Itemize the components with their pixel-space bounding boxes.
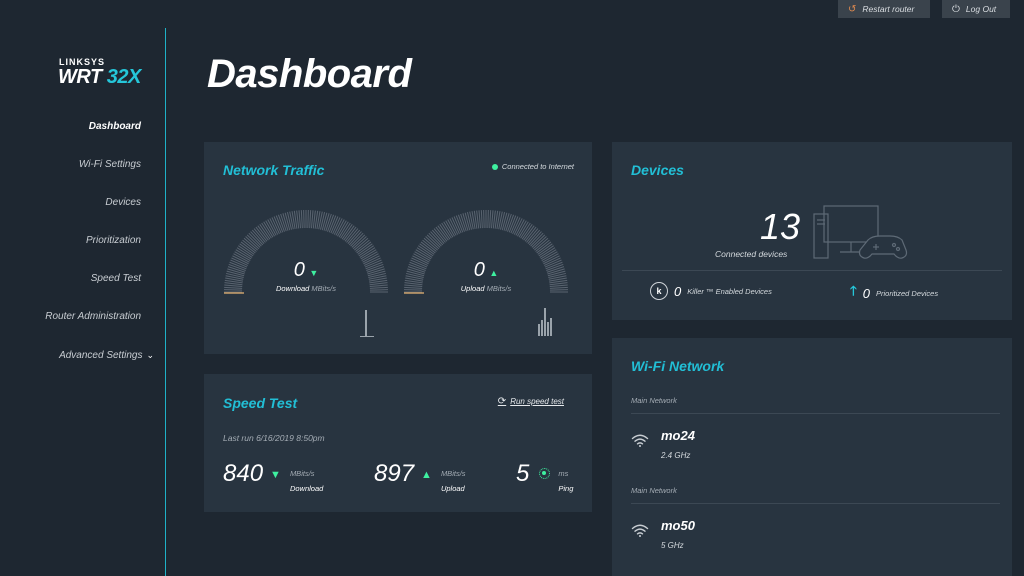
prioritized-devices-count: 0 bbox=[862, 285, 870, 301]
download-gauge-label: Download MBits/s bbox=[222, 284, 390, 293]
devices-card: Devices 13 Connected devices k 0 Killer … bbox=[612, 142, 1012, 320]
connection-status: Connected to Internet bbox=[491, 162, 574, 171]
wifi-network-card: Wi-Fi Network Main Network mo24 2.4 GHz … bbox=[612, 338, 1012, 576]
prioritized-devices-stat[interactable]: 🡑 0 Prioritized Devices bbox=[850, 282, 938, 304]
status-dot-icon bbox=[491, 163, 498, 170]
connected-devices-label: Connected devices bbox=[715, 249, 788, 259]
upload-value: 0 bbox=[473, 259, 485, 281]
wifi-icon bbox=[631, 524, 649, 537]
download-unit: MBits/s bbox=[311, 284, 337, 293]
upload-gauge-value: 0 ▲ bbox=[402, 259, 570, 282]
upload-unit: MBits/s bbox=[486, 284, 512, 293]
restart-router-button[interactable]: ↺ Restart router bbox=[838, 0, 930, 18]
priority-arrow-icon: 🡑 bbox=[850, 283, 857, 298]
sidebar-item-speed-test[interactable]: Speed Test bbox=[6, 272, 166, 310]
wifi-network-item[interactable]: Main Network mo50 5 GHz bbox=[631, 486, 1000, 550]
speed-upload-unit: MBits/s bbox=[440, 469, 466, 478]
connection-status-text: Connected to Internet bbox=[501, 162, 574, 171]
sidebar-item-label: Speed Test bbox=[90, 273, 141, 284]
speed-ping-unit: ms bbox=[558, 469, 569, 478]
arrow-down-icon: ▼ bbox=[270, 469, 281, 481]
logo-model: WRT 32X bbox=[58, 66, 141, 89]
restart-icon: ↺ bbox=[848, 3, 857, 15]
devices-title: Devices bbox=[631, 162, 684, 178]
sidebar-item-dashboard[interactable]: Dashboard bbox=[6, 120, 166, 158]
last-run-text: Last run 6/16/2019 8:50pm bbox=[223, 433, 325, 443]
speed-upload-value: 897 bbox=[374, 460, 415, 487]
connected-devices-count[interactable]: 13 bbox=[752, 206, 808, 248]
speed-ping-value: 5 bbox=[516, 460, 530, 487]
sidebar-item-label: Router Administration bbox=[45, 311, 141, 322]
sidebar-item-router-administration[interactable]: Router Administration bbox=[6, 310, 166, 348]
network-traffic-card: Network Traffic Connected to Internet 0 … bbox=[204, 142, 592, 354]
download-gauge-value: 0 ▼ bbox=[222, 259, 390, 282]
upload-label: Upload bbox=[460, 284, 485, 293]
speed-ping-label: Ping bbox=[558, 484, 574, 493]
speed-download-metric: 840 ▼ MBits/s Download bbox=[223, 460, 324, 494]
wifi-network-title: Wi-Fi Network bbox=[631, 358, 725, 374]
prioritized-devices-label: Prioritized Devices bbox=[876, 288, 939, 298]
killer-devices-label: Killer ™ Enabled Devices bbox=[687, 286, 772, 296]
logout-button[interactable]: ⏻ Log Out bbox=[942, 0, 1010, 18]
sidebar-item-label: Wi-Fi Settings bbox=[78, 159, 141, 170]
speed-download-label: Download bbox=[289, 484, 324, 493]
wifi-icon bbox=[631, 434, 649, 447]
download-value: 0 bbox=[293, 259, 305, 281]
network-name: mo24 bbox=[661, 428, 695, 443]
network-traffic-title: Network Traffic bbox=[223, 162, 325, 178]
arrow-up-icon: ▲ bbox=[489, 268, 499, 278]
run-speed-test-label: Run speed test bbox=[510, 397, 564, 406]
restart-router-label: Restart router bbox=[862, 4, 915, 14]
sidebar-item-wifi-settings[interactable]: Wi-Fi Settings bbox=[6, 158, 166, 196]
devices-divider bbox=[622, 270, 1002, 271]
speed-download-value: 840 bbox=[223, 460, 264, 487]
sidebar-item-advanced-settings[interactable]: Advanced Settings ⌄ bbox=[6, 348, 166, 386]
ping-icon bbox=[539, 468, 551, 479]
logo-model-prefix: WRT bbox=[58, 66, 102, 88]
upload-sparkline bbox=[538, 308, 552, 336]
download-gauge: 0 ▼ Download MBits/s bbox=[222, 208, 390, 298]
speed-upload-label: Upload bbox=[440, 484, 465, 493]
sidebar-item-label: Dashboard bbox=[88, 121, 141, 132]
devices-illustration-icon bbox=[813, 205, 908, 259]
sidebar-item-label: Advanced Settings bbox=[59, 350, 143, 361]
chevron-down-icon: ⌄ bbox=[146, 350, 154, 360]
logo: LINKSYS WRT 32X bbox=[58, 57, 141, 89]
sidebar-item-label: Devices bbox=[105, 197, 141, 208]
page-title: Dashboard bbox=[207, 52, 412, 96]
network-name: mo50 bbox=[661, 518, 695, 533]
sidebar-item-prioritization[interactable]: Prioritization bbox=[6, 234, 166, 272]
run-speed-test-link[interactable]: ⟳ Run speed test bbox=[498, 396, 564, 407]
killer-devices-stat[interactable]: k 0 Killer ™ Enabled Devices bbox=[650, 282, 772, 300]
refresh-icon: ⟳ bbox=[497, 396, 507, 407]
sidebar-nav: Dashboard Wi-Fi Settings Devices Priorit… bbox=[6, 120, 166, 386]
arrow-up-icon: ▲ bbox=[421, 469, 432, 481]
speed-upload-metric: 897 ▲ MBits/s Upload bbox=[374, 460, 466, 494]
speed-test-card: Speed Test ⟳ Run speed test Last run 6/1… bbox=[204, 374, 592, 512]
speed-download-unit: MBits/s bbox=[289, 469, 315, 478]
sidebar-item-label: Prioritization bbox=[85, 235, 141, 246]
sidebar-item-devices[interactable]: Devices bbox=[6, 196, 166, 234]
arrow-down-icon: ▼ bbox=[309, 268, 319, 278]
logout-label: Log Out bbox=[965, 4, 997, 14]
upload-gauge: 0 ▲ Upload MBits/s bbox=[402, 208, 570, 298]
download-label: Download bbox=[275, 284, 310, 293]
network-header: Main Network bbox=[631, 486, 1000, 504]
network-band: 2.4 GHz bbox=[661, 451, 691, 460]
sidebar-divider bbox=[165, 28, 166, 576]
upload-gauge-label: Upload MBits/s bbox=[402, 284, 570, 293]
logo-model-suffix: 32X bbox=[106, 66, 142, 88]
killer-icon: k bbox=[650, 282, 668, 300]
sidebar: LINKSYS WRT 32X Dashboard Wi-Fi Settings… bbox=[0, 0, 166, 576]
speed-test-title: Speed Test bbox=[223, 395, 298, 411]
wifi-network-item[interactable]: Main Network mo24 2.4 GHz bbox=[631, 396, 1000, 460]
killer-devices-count: 0 bbox=[674, 283, 682, 299]
power-icon: ⏻ bbox=[952, 3, 960, 15]
speed-ping-metric: 5 ms Ping bbox=[516, 460, 574, 494]
network-band: 5 GHz bbox=[661, 541, 684, 550]
network-header: Main Network bbox=[631, 396, 1000, 414]
download-sparkline bbox=[360, 310, 374, 337]
